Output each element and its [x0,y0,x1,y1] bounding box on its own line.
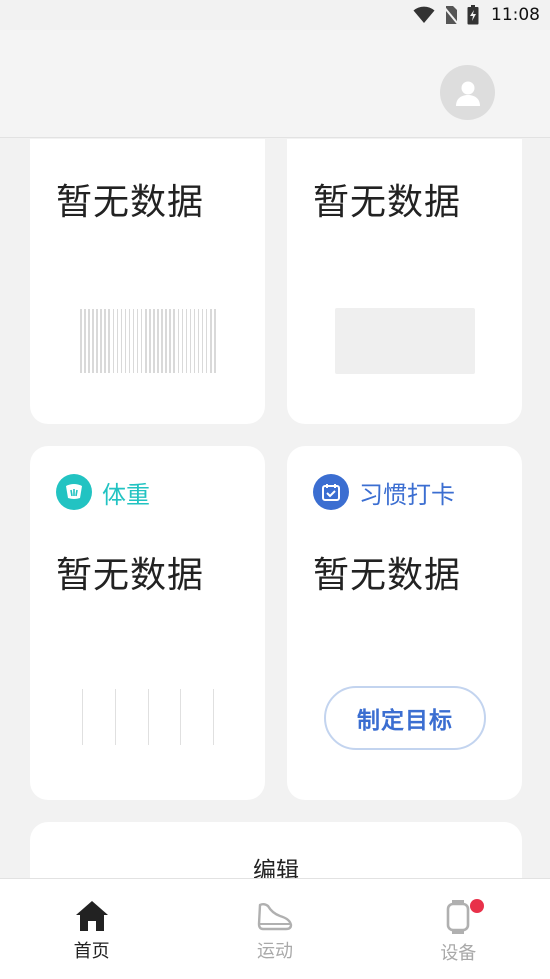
no-data-text: 暂无数据 [56,182,205,223]
nav-item-sport[interactable]: 运动 [183,879,366,979]
edit-button[interactable]: 编辑 [30,851,522,878]
no-data-text: 暂无数据 [313,182,462,223]
nav-label-sport: 运动 [256,941,293,962]
watch-icon [447,900,470,934]
no-data-text: 暂无数据 [313,555,462,596]
user-avatar[interactable] [440,65,495,120]
card-top-right[interactable]: 暂无数据 [287,139,522,424]
home-icon [75,901,108,931]
status-bar: 11:08 [0,0,550,30]
nav-item-device[interactable]: 设备 [367,879,550,979]
device-notification-badge [469,899,484,913]
nav-label-home: 首页 [73,941,110,962]
status-time: 11:08 [491,5,540,25]
weight-title: 体重 [56,474,150,510]
chart-placeholder [335,308,475,374]
user-avatar-icon [455,81,480,106]
sleep-placeholder-stripes [80,309,216,373]
battery-charging-icon [467,5,479,25]
weight-title-label: 体重 [102,480,150,509]
card-habit[interactable]: 习惯打卡 暂无数据 制定目标 [287,446,522,800]
card-weight[interactable]: 体重 暂无数据 [30,446,265,800]
nav-label-device: 设备 [440,943,477,964]
no-data-text: 暂无数据 [56,555,205,596]
edit-card[interactable]: 编辑 [30,822,522,878]
nav-item-home[interactable]: 首页 [0,879,183,979]
header [0,30,550,138]
dashboard-content[interactable]: 暂无数据 暂无数据 体重 暂无数据 习惯打卡 暂无数据 制定目标 编辑 [0,139,550,878]
scale-icon [56,474,92,510]
habit-title-label: 习惯打卡 [359,480,455,509]
shoe-icon [257,903,293,931]
bottom-nav: 首页 运动 设备 [0,878,550,979]
wifi-icon [413,6,435,23]
weight-placeholder-lines [82,689,214,745]
card-top-left[interactable]: 暂无数据 [30,139,265,424]
habit-title: 习惯打卡 [313,474,455,510]
calendar-check-icon [313,474,349,510]
set-goal-button[interactable]: 制定目标 [324,686,486,750]
no-sim-icon [443,6,459,25]
